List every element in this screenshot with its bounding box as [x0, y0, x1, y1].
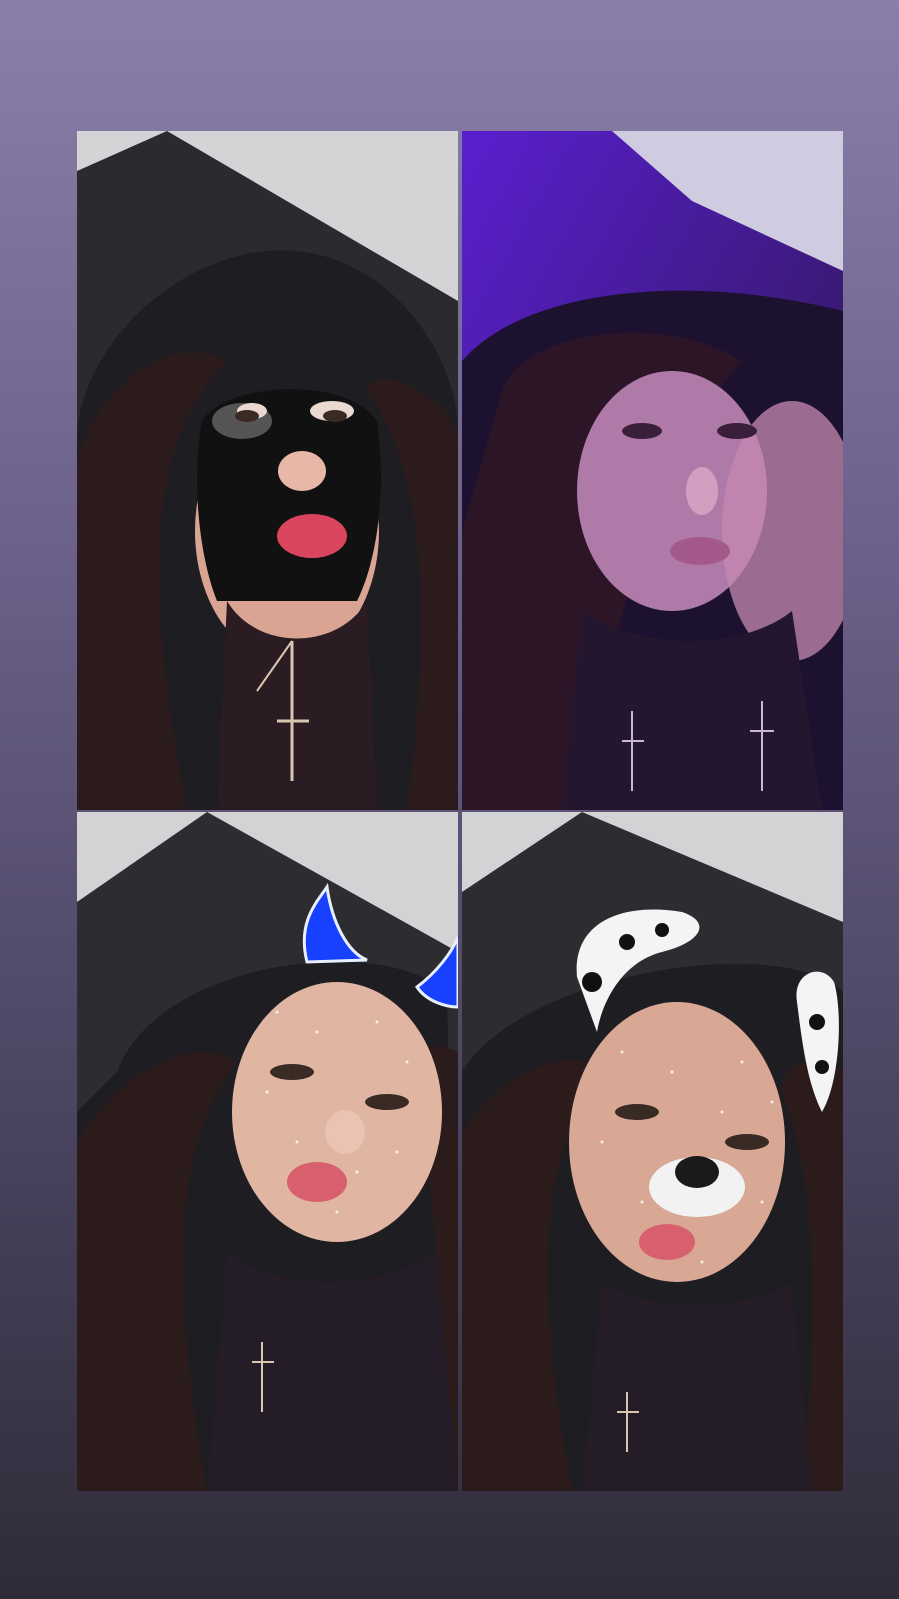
- collage-photo-mask: [77, 131, 458, 810]
- photo-collage-grid: [77, 131, 843, 1491]
- devil-horns-selfie-image: [77, 812, 458, 1491]
- collage-photo-devil-horns: [77, 812, 458, 1491]
- dalmatian-selfie-image: [462, 812, 843, 1491]
- collage-photo-dalmatian: [462, 812, 843, 1491]
- purple-selfie-image: [462, 131, 843, 810]
- collage-photo-purple: [462, 131, 843, 810]
- mask-selfie-image: [77, 131, 458, 810]
